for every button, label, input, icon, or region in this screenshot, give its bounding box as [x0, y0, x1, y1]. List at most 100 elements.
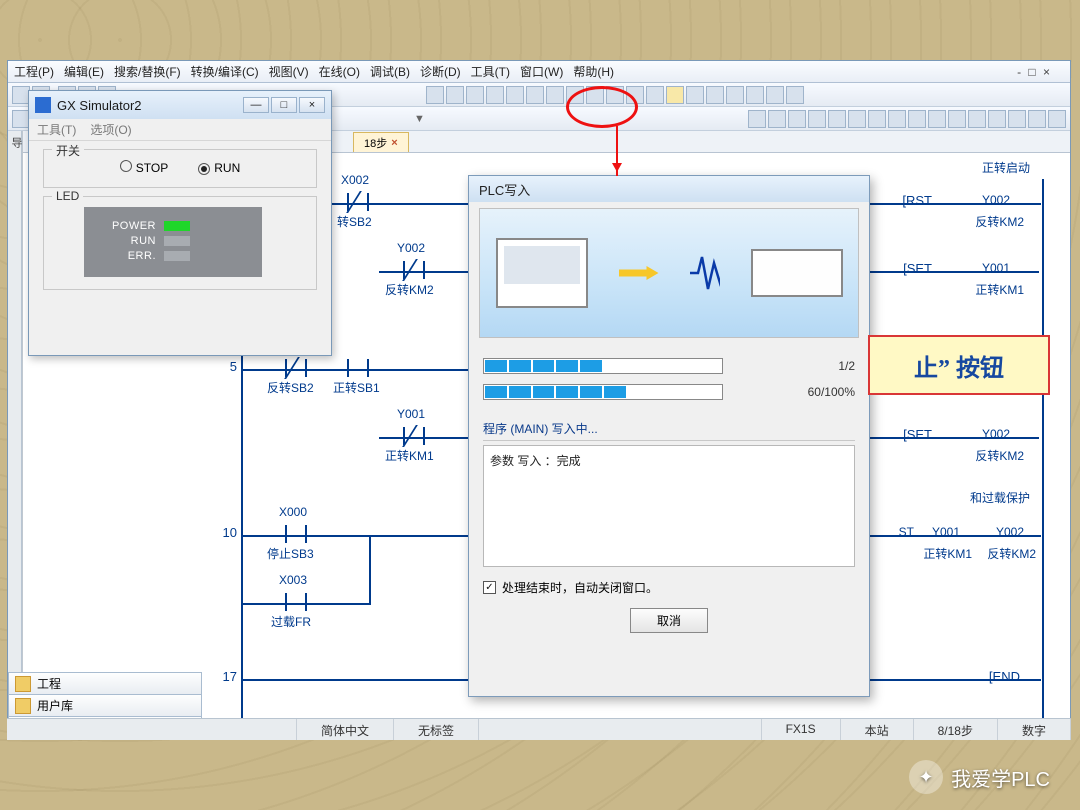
contact-no[interactable] [347, 359, 369, 377]
comment: 反转KM2 [987, 545, 1036, 562]
toolbar-icon[interactable] [908, 110, 926, 128]
menu-diagnose[interactable]: 诊断(D) [420, 63, 461, 80]
status-bar: 简体中文 无标签 FX1S 本站 8/18步 数字 [7, 718, 1071, 740]
menu-view[interactable]: 视图(V) [269, 63, 309, 80]
status-station: 本站 [841, 719, 914, 740]
instruction: [RST [902, 193, 932, 208]
toolbar-icon[interactable] [988, 110, 1006, 128]
nav-userlib[interactable]: 用户库 [8, 694, 202, 717]
sim-menubar[interactable]: 工具(T) 选项(O) [29, 119, 331, 141]
toolbar-icon[interactable] [788, 110, 806, 128]
gx-simulator-window[interactable]: GX Simulator2 — □ × 工具(T) 选项(O) 开关 STOP … [28, 90, 332, 356]
menu-compile[interactable]: 转换/编译(C) [191, 63, 259, 80]
led-panel: POWER RUN ERR. [84, 207, 262, 277]
contact-nc[interactable] [347, 193, 369, 211]
toolbar-icon[interactable] [888, 110, 906, 128]
toolbar-icon[interactable] [446, 86, 464, 104]
instruction: [SET [903, 261, 932, 276]
toolbar-icon[interactable] [766, 86, 784, 104]
menu-tools[interactable]: 工具(T) [471, 63, 510, 80]
contact-no[interactable] [285, 593, 307, 611]
close-button[interactable]: × [299, 97, 325, 113]
sim-menu-tool[interactable]: 工具(T) [37, 121, 76, 138]
menu-debug[interactable]: 调试(B) [370, 63, 410, 80]
radio-stop[interactable]: STOP [120, 160, 168, 175]
led-group: LED POWER RUN ERR. [43, 196, 317, 290]
maximize-button[interactable]: □ [271, 97, 297, 113]
toolbar-icon[interactable] [526, 86, 544, 104]
contact-nc[interactable] [285, 359, 307, 377]
folder-icon [15, 676, 31, 692]
menu-online[interactable]: 在线(O) [319, 63, 360, 80]
sim-titlebar[interactable]: GX Simulator2 — □ × [29, 91, 331, 119]
wechat-icon: ✦ [909, 760, 943, 794]
status-steps: 8/18步 [914, 719, 998, 740]
toolbar-icon[interactable] [426, 86, 444, 104]
progress-text-1: 1/2 [838, 359, 855, 373]
cancel-button[interactable]: 取消 [630, 608, 708, 633]
toolbar-icon[interactable] [748, 110, 766, 128]
device-label: Y002 [996, 525, 1024, 539]
log-output[interactable]: 参数 写入 ：完成 [483, 445, 855, 567]
comment: 正转KM1 [385, 447, 434, 464]
main-menubar[interactable]: 工程(P) 编辑(E) 搜索/替换(F) 转换/编译(C) 视图(V) 在线(O… [8, 61, 1070, 83]
toolbar-icon[interactable] [626, 86, 644, 104]
device-label: Y001 [932, 525, 960, 539]
auto-close-checkbox[interactable]: ✓ [483, 581, 496, 594]
pc-icon [496, 238, 588, 308]
menu-help[interactable]: 帮助(H) [573, 63, 614, 80]
nav-project[interactable]: 工程 [8, 672, 202, 695]
toolbar-icon[interactable] [606, 86, 624, 104]
toolbar-icon[interactable] [968, 110, 986, 128]
toolbar-icon[interactable] [726, 86, 744, 104]
close-icon[interactable]: × [391, 137, 397, 149]
toolbar-icon[interactable] [786, 86, 804, 104]
toolbar-icon[interactable] [768, 110, 786, 128]
power-led [164, 221, 190, 231]
toolbar-icon[interactable] [686, 86, 704, 104]
toolbar-icon[interactable] [546, 86, 564, 104]
sim-menu-option[interactable]: 选项(O) [90, 121, 131, 138]
minimize-button[interactable]: — [243, 97, 269, 113]
toolbar-icon[interactable] [706, 86, 724, 104]
toolbar-icon[interactable] [1028, 110, 1046, 128]
toolbar-icon[interactable] [1048, 110, 1066, 128]
contact-nc[interactable] [403, 261, 425, 279]
contact-nc[interactable] [403, 427, 425, 445]
contact-no[interactable] [285, 525, 307, 543]
toolbar-icon[interactable] [868, 110, 886, 128]
group-legend: LED [52, 189, 83, 203]
comment: 正转启动 [982, 159, 1030, 176]
toolbar-simulate-icon[interactable] [666, 86, 684, 104]
comment: 正转SB1 [333, 379, 380, 396]
menu-edit[interactable]: 编辑(E) [64, 63, 104, 80]
menu-window[interactable]: 窗口(W) [520, 63, 563, 80]
dialog-title[interactable]: PLC写入 [469, 176, 869, 202]
toolbar-icon[interactable] [486, 86, 504, 104]
menu-project[interactable]: 工程(P) [14, 63, 54, 80]
toolbar-icon[interactable] [948, 110, 966, 128]
toolbar-icon[interactable] [828, 110, 846, 128]
menu-find[interactable]: 搜索/替换(F) [114, 63, 181, 80]
toolbar-icon[interactable] [848, 110, 866, 128]
instruction: [SET [903, 427, 932, 442]
arrow-icon [619, 266, 659, 280]
radio-run[interactable]: RUN [198, 161, 240, 175]
toolbar-icon[interactable] [506, 86, 524, 104]
device-label: X002 [341, 173, 369, 187]
window-controls[interactable]: - □ × [1017, 65, 1052, 79]
toolbar-icon[interactable] [808, 110, 826, 128]
toolbar-icon[interactable] [566, 86, 584, 104]
toolbar-icon[interactable] [586, 86, 604, 104]
write-status: 程序 (MAIN) 写入中... [483, 420, 855, 441]
left-gutter: 导 当 所 [8, 131, 22, 739]
document-tab[interactable]: 18步 × [353, 132, 409, 152]
toolbar-icon[interactable] [928, 110, 946, 128]
toolbar-icon[interactable] [746, 86, 764, 104]
toolbar-icon[interactable] [646, 86, 664, 104]
toolbar-icon[interactable] [466, 86, 484, 104]
plc-write-dialog[interactable]: PLC写入 1/2 60/100% 程序 (MAIN) 写入中... 参数 写入… [468, 175, 870, 697]
progress-bar-2 [483, 384, 723, 400]
line-number: 5 [197, 359, 237, 374]
toolbar-icon[interactable] [1008, 110, 1026, 128]
